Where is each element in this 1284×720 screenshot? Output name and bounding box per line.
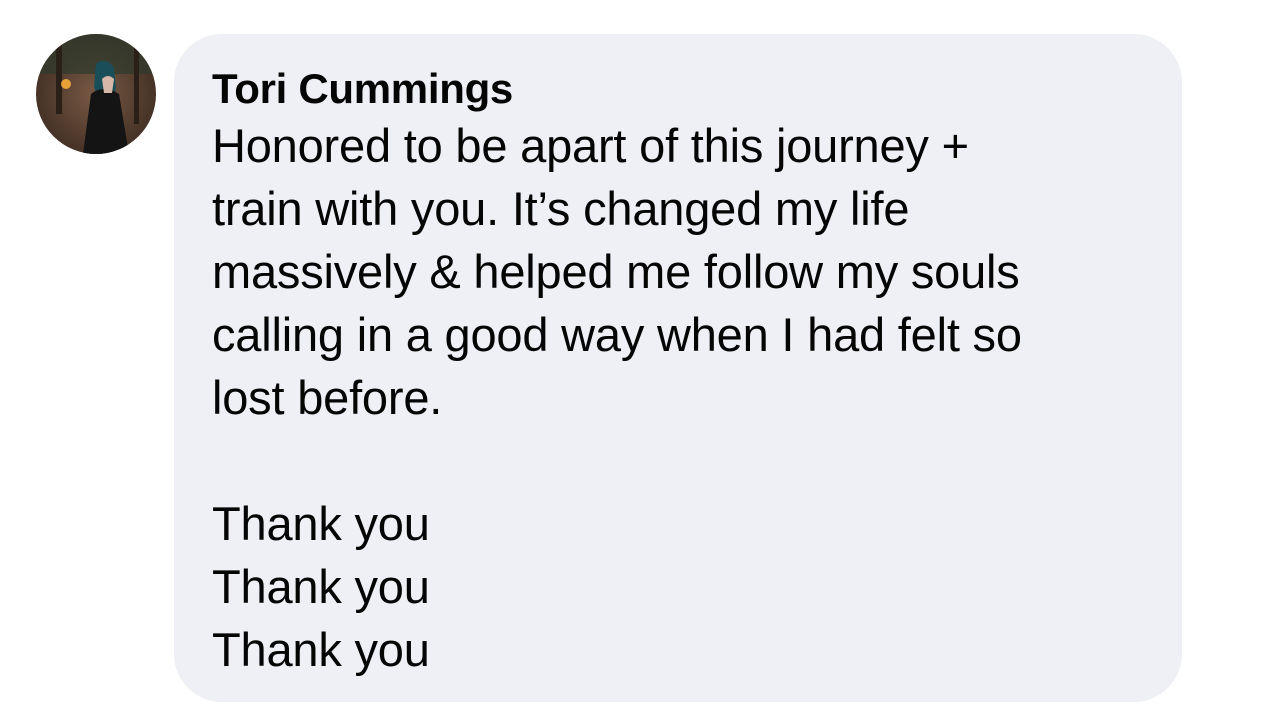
avatar[interactable] (36, 34, 156, 154)
profile-photo-icon (36, 34, 156, 154)
comment-bubble[interactable]: Tori Cummings Honored to be apart of thi… (174, 34, 1182, 702)
comment-text: Honored to be apart of this journey + tr… (212, 119, 1022, 676)
comment-author[interactable]: Tori Cummings (212, 64, 1162, 114)
